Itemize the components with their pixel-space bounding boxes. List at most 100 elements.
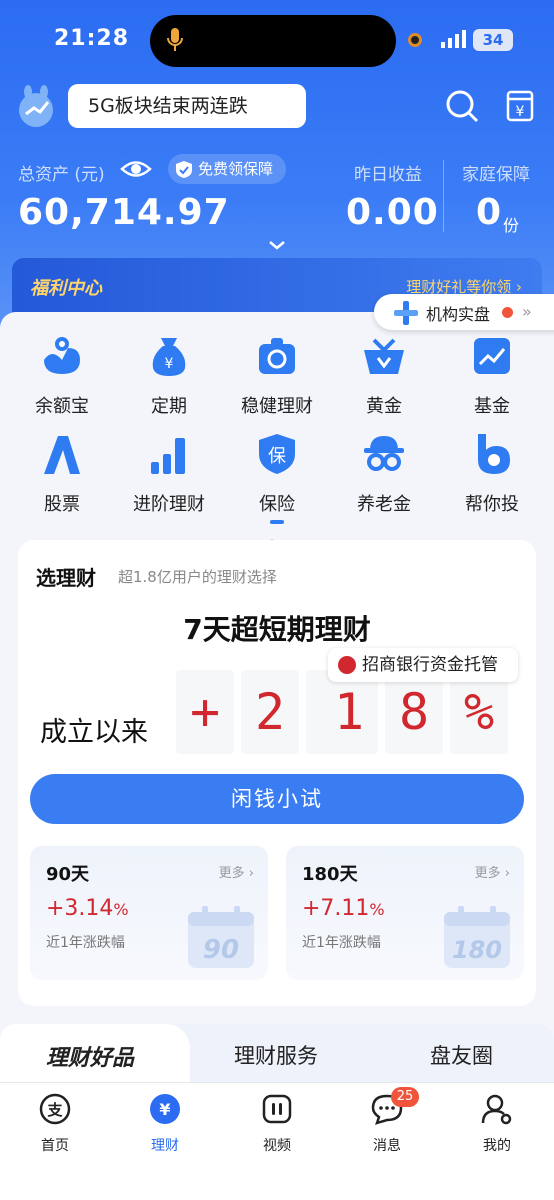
grid-item-fixed[interactable]: ¥ 定期 [119,334,219,418]
safe-lock-icon [259,338,295,374]
svg-text:¥: ¥ [516,104,525,120]
profile-icon [481,1094,512,1125]
message-count-badge: 25 [391,1087,419,1107]
rate-digit: 1 [320,670,378,754]
family-value[interactable]: 0 [476,192,502,233]
nav-video[interactable]: 视频 [237,1093,317,1155]
main-panel: 余额宝 ¥ 定期 稳健理财 黄金 基金 股票 进阶理财 保 保险 养老金 帮你投… [0,312,554,1092]
welfare-title: 福利中心 [30,278,102,299]
video-icon [262,1094,292,1124]
free-insurance-badge[interactable]: 免费领保障 [168,154,286,184]
plus-icon [394,301,418,325]
status-time: 21:28 [54,26,130,51]
svg-text:¥: ¥ [165,356,174,372]
grid-item-insurance[interactable]: 保 保险 [227,432,327,516]
grid-label: 养老金 [357,494,411,515]
tab-community[interactable]: 盘友圈 [430,1040,493,1070]
nav-label: 消息 [373,1138,401,1154]
term-card-90[interactable]: 90天 更多 › +3.14% 近1年涨跌幅 90 [30,846,268,980]
gold-basket-icon [364,338,404,374]
grid-label: 黄金 [366,396,402,417]
rate-digit: 2 [241,670,299,754]
term-note: 近1年涨跌幅 [46,935,125,951]
insurance-badge-label: 免费领保障 [198,160,274,178]
chevron-down-icon[interactable] [268,240,286,250]
svg-text:180: 180 [452,936,502,964]
more-link[interactable]: 更多 › [219,862,254,881]
grid-item-stock[interactable]: 股票 [12,432,112,516]
helper-b-icon [478,434,510,474]
fund-chart-icon [474,338,510,374]
grid-item-yuebao[interactable]: 余额宝 [12,334,112,418]
institution-live-label: 机构实盘 [426,305,491,324]
search-icon[interactable] [444,88,480,124]
since-inception-label: 成立以来 [40,717,148,748]
rate-digit: 8 [385,670,443,754]
bill-icon[interactable]: ¥ [502,88,538,124]
microphone-icon [167,28,183,51]
select-wealth-card: 选理财 超1.8亿用户的理财选择 7天超短期理财 成立以来 + 2 . 1 8 … [18,540,536,1006]
card-title: 选理财 [36,566,96,590]
status-bar: 21:28 34 [0,0,554,82]
grid-label: 保险 [259,494,295,515]
grid-label: 余额宝 [35,396,89,417]
family-label: 家庭保障 [462,165,530,185]
content-tabs: 理财好品 理财服务 盘友圈 [0,1024,554,1084]
term-rate: +3.14% [46,896,129,921]
grid-label: 基金 [474,396,510,417]
pension-icon [364,436,404,471]
battery-icon: 34 [473,29,513,51]
svg-text:保: 保 [268,446,286,467]
bank-custody-badge: 招商银行资金托管 [328,648,518,682]
rate-digit: + [176,670,234,754]
svg-text:90: 90 [203,935,239,965]
nav-messages[interactable]: 25 消息 [347,1087,427,1155]
term-card-180[interactable]: 180天 更多 › +7.11% 近1年涨跌幅 180 [286,846,524,980]
shield-icon [176,161,192,178]
term-days: 180天 [302,864,358,885]
calendar-icon: 90 [188,906,254,968]
nav-label: 我的 [483,1138,511,1154]
family-unit: 份 [503,216,520,235]
grid-label: 股票 [44,494,80,515]
total-assets-label: 总资产 (元) [18,165,105,185]
institution-live-pill[interactable]: 机构实盘 » [374,294,554,330]
grid-item-helper[interactable]: 帮你投 [442,432,542,516]
wealth-icon: ¥ [150,1094,180,1124]
nav-wealth[interactable]: ¥ 理财 [125,1093,205,1155]
grid-item-advanced[interactable]: 进阶理财 [119,432,219,516]
grid-item-stable[interactable]: 稳健理财 [227,334,327,418]
try-spare-cash-button[interactable]: 闲钱小试 [30,774,524,824]
mascot-icon[interactable] [14,84,62,128]
svg-text:支: 支 [46,1101,63,1119]
money-bag-icon: ¥ [152,338,186,376]
dynamic-island [150,15,422,67]
nav-home[interactable]: 支 首页 [15,1093,95,1155]
camera-indicator-icon [408,33,422,47]
grid-label: 进阶理财 [133,494,205,515]
term-rate: +7.11% [302,896,385,921]
grid-label: 定期 [151,396,187,417]
live-dot [502,307,513,318]
yesterday-value[interactable]: 0.00 [346,192,439,233]
double-chevron-icon: » [522,302,532,321]
eye-icon[interactable] [120,156,152,182]
total-assets-value[interactable]: 60,714.97 [18,192,230,233]
tab-services[interactable]: 理财服务 [234,1040,318,1070]
grid-item-pension[interactable]: 养老金 [334,432,434,516]
svg-text:¥: ¥ [159,1100,170,1119]
more-link[interactable]: 更多 › [475,862,510,881]
bank-custody-label: 招商银行资金托管 [362,655,498,675]
tab-good-products[interactable]: 理财好品 [46,1040,134,1072]
nav-profile[interactable]: 我的 [457,1093,537,1155]
nav-label: 首页 [41,1138,69,1154]
nav-label: 视频 [263,1138,291,1154]
product-title[interactable]: 7天超短期理财 [18,608,536,648]
search-hint[interactable]: 5G板块结束两连跌 [68,84,306,128]
grid-item-gold[interactable]: 黄金 [334,334,434,418]
card-subtitle: 超1.8亿用户的理财选择 [118,568,277,586]
nav-label: 理财 [151,1138,179,1154]
yuebao-icon [44,337,80,374]
term-days: 90天 [46,864,90,885]
grid-item-fund[interactable]: 基金 [442,334,542,418]
